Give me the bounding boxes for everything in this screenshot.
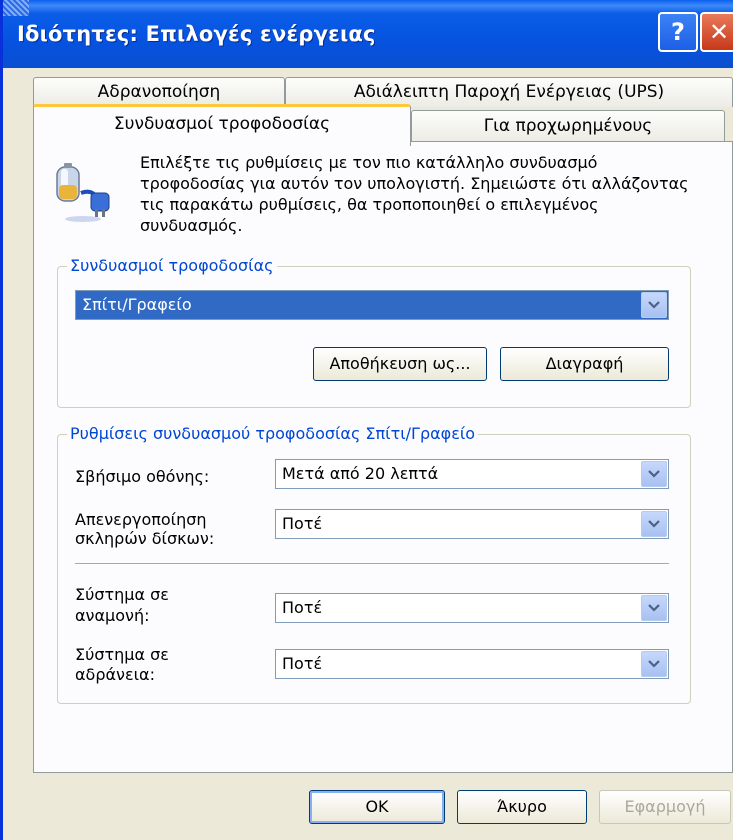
tab-hibernate[interactable]: Αδρανοποίηση (33, 77, 285, 107)
hibernate-label-line1: Σύστημα σε (75, 645, 169, 664)
dropdown-arrow-icon[interactable] (641, 292, 667, 318)
tab-power-schemes[interactable]: Συνδυασμοί τροφοδοσίας (33, 104, 411, 146)
cancel-button[interactable]: Άκυρο (457, 790, 587, 824)
close-button[interactable]: ✕ (700, 12, 733, 52)
tab-label: Συνδυασμοί τροφοδοσίας (113, 114, 331, 134)
delete-button[interactable]: Διαγραφή (500, 347, 669, 381)
dropdown-arrow-icon[interactable] (641, 511, 667, 537)
description-text: Επιλέξτε τις ρυθμίσεις με τον πιο κατάλλ… (140, 153, 689, 235)
standby-select[interactable]: Ποτέ (275, 593, 669, 623)
settings-separator (75, 563, 669, 565)
power-scheme-value: Σπίτι/Γραφείο (82, 295, 192, 314)
monitor-off-label: Σβήσιμο οθόνης: (75, 467, 210, 486)
tab-advanced[interactable]: Για προχωρημένους (411, 110, 725, 142)
help-button[interactable]: ? (658, 12, 698, 52)
standby-value: Ποτέ (282, 598, 323, 617)
power-options-dialog: Ιδιότητες: Επιλογές ενέργειας ? ✕ Αδρανο… (0, 0, 733, 840)
power-plug-battery-icon (56, 163, 110, 222)
tab-label: Αδρανοποίηση (97, 82, 221, 102)
power-scheme-select[interactable]: Σπίτι/Γραφείο (75, 290, 669, 320)
disks-off-label-line2: σκληρών δίσκων: (75, 529, 215, 548)
save-as-button[interactable]: Αποθήκευση ως... (313, 347, 487, 381)
disks-off-select[interactable]: Ποτέ (275, 509, 669, 539)
disks-off-label-line1: Απενεργοποίηση (75, 510, 207, 529)
window-title: Ιδιότητες: Επιλογές ενέργειας (17, 22, 376, 46)
hibernate-label-line2: αδράνεια: (75, 665, 155, 684)
power-schemes-group (57, 266, 691, 408)
dropdown-arrow-icon[interactable] (641, 595, 667, 621)
hibernate-value: Ποτέ (282, 654, 323, 673)
standby-label-line1: Σύστημα σε (75, 585, 169, 604)
monitor-off-select[interactable]: Μετά από 20 λεπτά (275, 459, 669, 489)
apply-button[interactable]: Εφαρμογή (599, 790, 731, 824)
power-schemes-group-title: Συνδυασμοί τροφοδοσίας (67, 256, 277, 275)
scheme-settings-group-title: Ρυθμίσεις συνδυασμού τροφοδοσίας Σπίτι/Γ… (67, 424, 479, 443)
dropdown-arrow-icon[interactable] (641, 651, 667, 677)
tab-label: Αδιάλειπτη Παροχή Ενέργειας (UPS) (353, 82, 665, 102)
hibernate-select[interactable]: Ποτέ (275, 649, 669, 679)
disks-off-value: Ποτέ (282, 514, 323, 533)
monitor-off-value: Μετά από 20 λεπτά (282, 464, 439, 483)
title-bar[interactable]: Ιδιότητες: Επιλογές ενέργειας ? ✕ (3, 0, 733, 68)
ok-button[interactable]: OK (309, 790, 445, 824)
tab-ups[interactable]: Αδιάλειπτη Παροχή Ενέργειας (UPS) (285, 77, 733, 107)
tab-label: Για προχωρημένους (483, 116, 653, 136)
window-corner-decoration (3, 0, 29, 16)
dropdown-arrow-icon[interactable] (641, 461, 667, 487)
standby-label-line2: αναμονή: (75, 606, 150, 625)
